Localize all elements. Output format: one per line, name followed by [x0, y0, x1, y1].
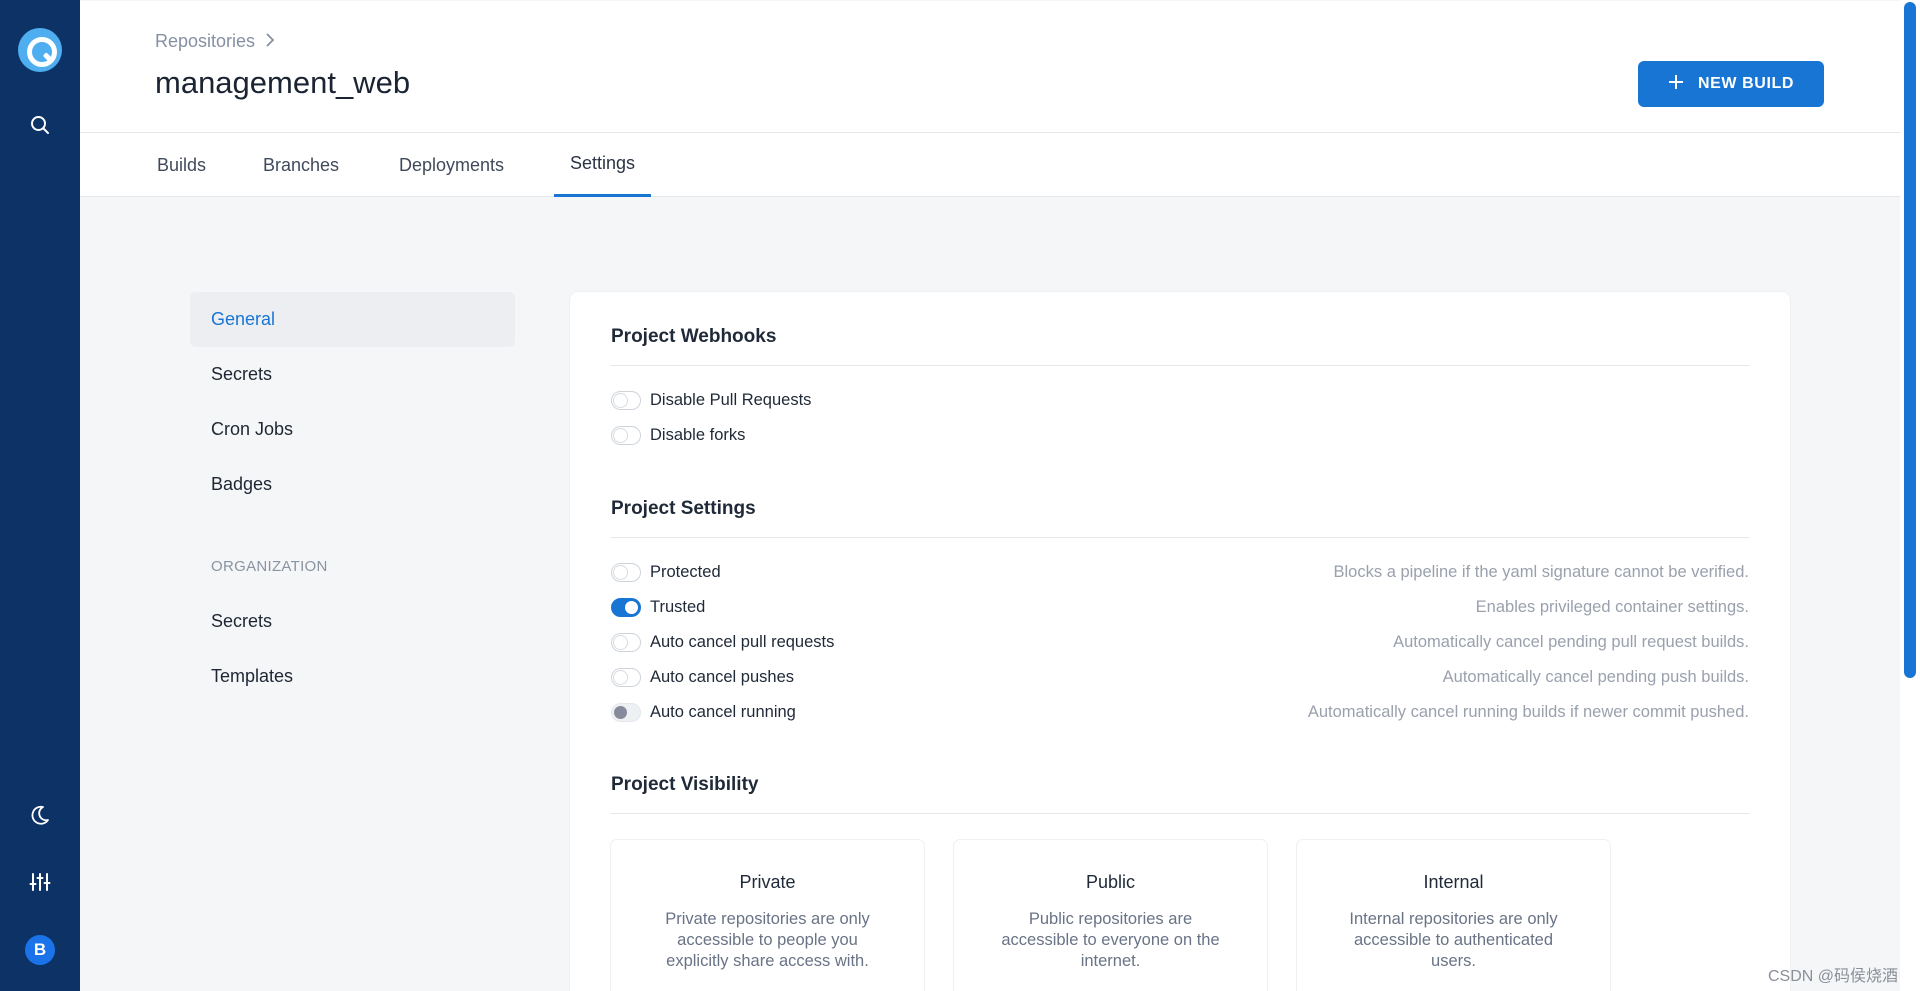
new-build-label: NEW BUILD [1697, 75, 1795, 92]
plus-icon [1668, 69, 1684, 97]
avatar[interactable]: B [25, 935, 55, 965]
divider [611, 365, 1749, 366]
toggle-switch[interactable] [611, 562, 641, 582]
toggle-switch[interactable] [611, 425, 641, 445]
option-label: Disable Pull Requests [650, 390, 812, 409]
toggle-switch[interactable] [611, 632, 641, 652]
visibility-section-title: Project Visibility [611, 774, 759, 795]
page-scrollbar[interactable] [1900, 0, 1920, 991]
sliders-icon[interactable] [22, 864, 58, 900]
scrollbar-thumb[interactable] [1904, 2, 1916, 678]
app-sidebar: B [0, 0, 80, 991]
toggle-switch[interactable] [611, 667, 641, 687]
toggle-switch[interactable] [611, 390, 641, 410]
visibility-title: Public [1085, 872, 1136, 892]
settings-nav-secrets[interactable]: Secrets [190, 347, 515, 402]
option-description: Automatically cancel running builds if n… [1307, 702, 1749, 721]
divider [611, 537, 1749, 538]
option-disable-pull-requests: Disable Pull Requests [611, 388, 1749, 412]
option-label: Auto cancel pull requests [650, 632, 835, 651]
settings-nav-badges[interactable]: Badges [190, 457, 515, 512]
visibility-title: Private [739, 872, 796, 892]
option-description: Blocks a pipeline if the yaml signature … [1333, 562, 1749, 581]
breadcrumb: Repositories [155, 31, 275, 52]
option-auto-cancel-running: Auto cancel running Automatically cancel… [611, 700, 1749, 724]
settings-card: Project Webhooks Disable Pull Requests D… [570, 292, 1790, 991]
tab-builds[interactable]: Builds [153, 133, 210, 197]
option-description: Automatically cancel pending push builds… [1442, 667, 1749, 686]
option-label: Auto cancel running [650, 702, 796, 721]
settings-nav: General Secrets Cron Jobs Badges ORGANIZ… [190, 292, 515, 704]
option-label: Auto cancel pushes [650, 667, 795, 686]
chevron-right-icon [265, 31, 275, 52]
new-build-button[interactable]: NEW BUILD [1638, 61, 1824, 107]
page-header: Repositories management_web NEW BUILD [80, 1, 1900, 133]
option-protected: Protected Blocks a pipeline if the yaml … [611, 560, 1749, 584]
webhooks-section-title: Project Webhooks [611, 326, 777, 347]
option-description: Enables privileged container settings. [1475, 597, 1749, 616]
repo-tabs: Builds Branches Deployments Settings [80, 133, 1900, 197]
search-icon[interactable] [22, 107, 58, 143]
tab-settings[interactable]: Settings [554, 133, 651, 197]
option-auto-cancel-pull-requests: Auto cancel pull requests Automatically … [611, 630, 1749, 654]
option-description: Automatically cancel pending pull reques… [1393, 632, 1749, 651]
moon-icon[interactable] [22, 797, 58, 833]
visibility-option-public[interactable]: Public Public repositories are accessibl… [954, 840, 1267, 991]
breadcrumb-repositories-link[interactable]: Repositories [155, 31, 255, 52]
visibility-title: Internal [1423, 872, 1484, 892]
settings-nav-org-templates[interactable]: Templates [190, 649, 515, 704]
toggle-switch[interactable] [611, 597, 641, 617]
tab-branches[interactable]: Branches [258, 133, 344, 197]
drone-logo-icon[interactable] [18, 28, 62, 72]
settings-nav-org-secrets[interactable]: Secrets [190, 594, 515, 649]
watermark: CSDN @码侯烧酒 [1768, 968, 1899, 985]
toggle-switch[interactable] [611, 702, 641, 722]
option-label: Protected [650, 562, 721, 581]
option-auto-cancel-pushes: Auto cancel pushes Automatically cancel … [611, 665, 1749, 689]
page-title: management_web [155, 65, 411, 100]
settings-section-title: Project Settings [611, 498, 756, 519]
divider [611, 813, 1749, 814]
avatar-initial: B [33, 940, 47, 959]
settings-nav-general[interactable]: General [190, 292, 515, 347]
visibility-description: Public repositories are accessible to ev… [1001, 910, 1220, 970]
option-label: Trusted [650, 597, 706, 616]
visibility-description: Internal repositories are only accessibl… [1349, 910, 1558, 970]
option-trusted: Trusted Enables privileged container set… [611, 595, 1749, 619]
settings-nav-section-organization: ORGANIZATION [211, 558, 328, 575]
visibility-option-internal[interactable]: Internal Internal repositories are only … [1297, 840, 1610, 991]
visibility-description: Private repositories are only accessible… [665, 910, 870, 970]
option-disable-forks: Disable forks [611, 423, 1749, 447]
settings-nav-cron-jobs[interactable]: Cron Jobs [190, 402, 515, 457]
visibility-option-private[interactable]: Private Private repositories are only ac… [611, 840, 924, 991]
tab-deployments[interactable]: Deployments [393, 133, 510, 197]
option-label: Disable forks [650, 425, 746, 444]
